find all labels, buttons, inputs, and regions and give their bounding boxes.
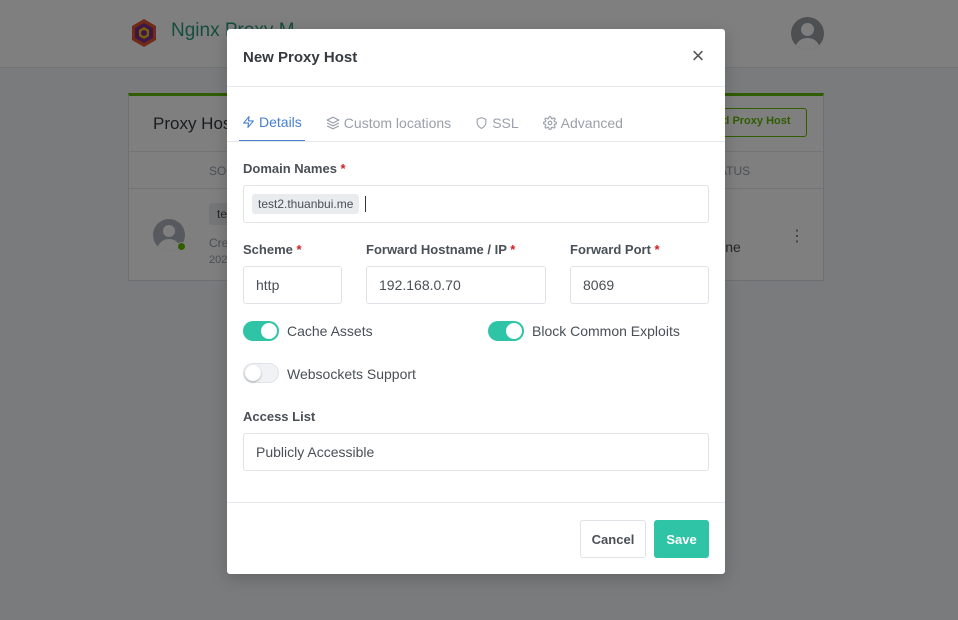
forward-hostname-label: Forward Hostname / IP * bbox=[366, 242, 516, 257]
close-icon[interactable]: × bbox=[687, 45, 709, 67]
tab-label: Custom locations bbox=[343, 114, 452, 131]
tab-label: SSL bbox=[492, 114, 519, 131]
divider bbox=[227, 502, 725, 503]
bolt-icon bbox=[243, 115, 254, 128]
shield-icon bbox=[476, 116, 487, 129]
access-list-select[interactable]: Publicly Accessible bbox=[243, 433, 709, 471]
divider bbox=[227, 141, 725, 142]
websockets-label: Websockets Support bbox=[287, 366, 416, 382]
required-marker: * bbox=[340, 161, 346, 176]
block-exploits-toggle[interactable] bbox=[488, 321, 524, 341]
block-exploits-label: Block Common Exploits bbox=[532, 323, 680, 339]
required-marker: * bbox=[510, 242, 516, 257]
text-cursor bbox=[365, 196, 367, 212]
required-marker: * bbox=[654, 242, 660, 257]
tab-custom-locations[interactable]: Custom locations bbox=[323, 103, 454, 142]
tab-ssl[interactable]: SSL bbox=[472, 103, 521, 142]
modal-title: New Proxy Host bbox=[243, 49, 358, 66]
cancel-button[interactable]: Cancel bbox=[580, 520, 646, 558]
tab-advanced[interactable]: Advanced bbox=[540, 103, 626, 142]
websockets-toggle[interactable] bbox=[243, 363, 279, 383]
tab-label: Advanced bbox=[560, 114, 623, 131]
forward-port-input[interactable]: 8069 bbox=[570, 266, 709, 304]
forward-port-label: Forward Port * bbox=[570, 242, 660, 257]
tab-details[interactable]: Details bbox=[239, 103, 305, 142]
cache-assets-toggle[interactable] bbox=[243, 321, 279, 341]
domain-names-label: Domain Names * bbox=[243, 161, 346, 176]
domain-names-input[interactable]: test2.thuanbui.me bbox=[243, 185, 709, 223]
new-proxy-host-modal: New Proxy Host × Details Custom location… bbox=[227, 29, 725, 574]
divider bbox=[227, 86, 725, 87]
tab-label: Details bbox=[259, 113, 302, 130]
required-marker: * bbox=[296, 242, 302, 257]
scheme-select[interactable]: http bbox=[243, 266, 342, 304]
layers-icon bbox=[326, 116, 340, 129]
save-button[interactable]: Save bbox=[654, 520, 709, 558]
gear-icon bbox=[542, 115, 557, 130]
domain-chip[interactable]: test2.thuanbui.me bbox=[252, 194, 360, 214]
scheme-label: Scheme * bbox=[243, 242, 302, 257]
forward-hostname-input[interactable]: 192.168.0.70 bbox=[366, 266, 546, 304]
cache-assets-label: Cache Assets bbox=[287, 323, 373, 339]
access-list-label: Access List bbox=[243, 409, 316, 424]
modal-tabs: Details Custom locations SSL Advanced bbox=[239, 103, 644, 142]
